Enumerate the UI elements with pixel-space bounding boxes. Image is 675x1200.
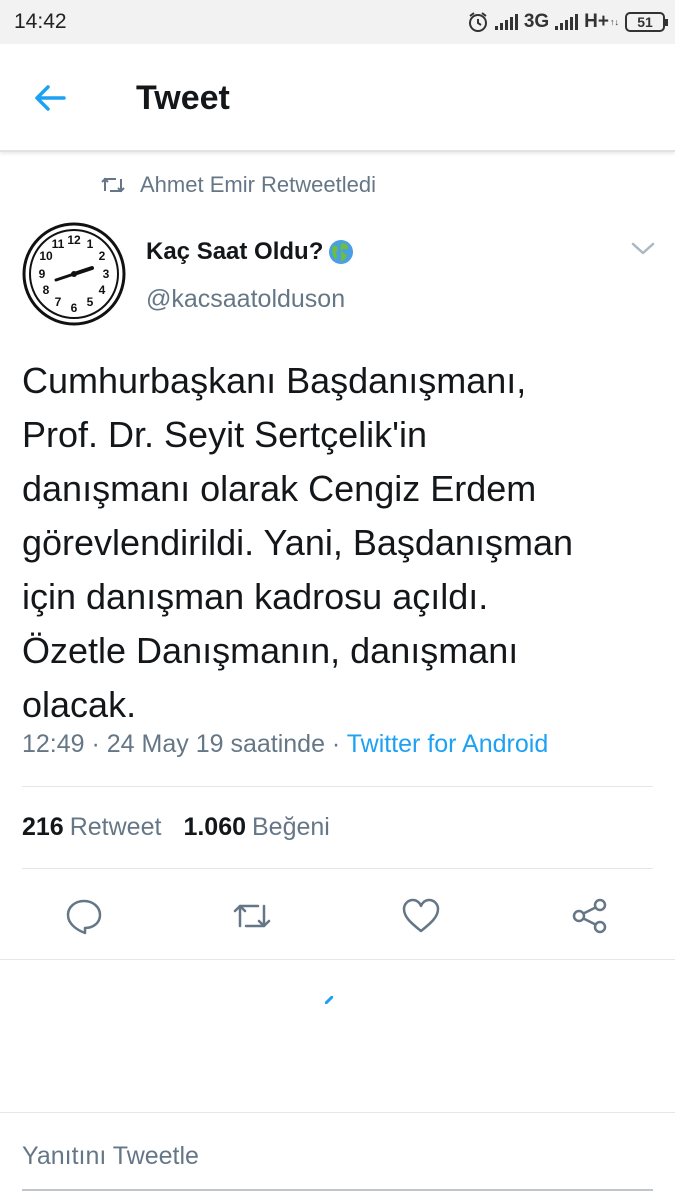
chevron-down-icon[interactable] (630, 240, 656, 258)
status-time: 14:42 (14, 10, 67, 33)
retweet-context-label: Ahmet Emir Retweetledi (140, 172, 376, 197)
retweet-stat-label: Retweet (69, 813, 162, 841)
section-divider (0, 1112, 675, 1113)
network-type-1: 3G (523, 11, 550, 32)
like-stat-label: Beğeni (252, 813, 330, 841)
svg-text:4: 4 (99, 283, 106, 297)
divider (22, 868, 653, 869)
tweet-timestamp: 12:49 · 24 May 19 saatinde · (22, 730, 347, 758)
page-title: Tweet (136, 79, 230, 117)
svg-text:8: 8 (43, 283, 50, 297)
app-bar: Tweet (0, 44, 675, 152)
svg-text:6: 6 (71, 301, 78, 315)
reply-input-underline (22, 1189, 653, 1191)
svg-text:5: 5 (87, 295, 94, 309)
svg-text:12: 12 (67, 233, 81, 247)
svg-text:9: 9 (39, 267, 46, 281)
signal-strength-2-icon (555, 14, 579, 30)
svg-text:3: 3 (103, 267, 110, 281)
avatar[interactable]: 12 1 2 3 4 5 6 7 8 9 10 11 (22, 222, 126, 326)
retweet-icon[interactable] (232, 896, 272, 936)
display-name-text: Kaç Saat Oldu? (146, 238, 324, 265)
share-icon[interactable] (570, 896, 610, 936)
author-display-name[interactable]: Kaç Saat Oldu? (146, 238, 355, 266)
network-type-2: H+ (584, 11, 609, 32)
globe-emoji-icon (329, 240, 354, 264)
section-divider (0, 959, 675, 960)
status-icons: 3G H+ ↑↓ 51 (467, 11, 668, 33)
back-arrow-icon[interactable] (30, 78, 70, 118)
retweet-count: 216 (22, 813, 64, 841)
svg-text:2: 2 (99, 249, 106, 263)
tweet-action-bar (0, 888, 675, 944)
svg-text:10: 10 (39, 249, 53, 263)
tweet-meta: 12:49 · 24 May 19 saatinde · Twitter for… (22, 730, 548, 759)
like-count: 1.060 (183, 813, 246, 841)
retweet-small-icon (101, 177, 125, 193)
svg-text:1: 1 (87, 237, 94, 251)
reply-icon[interactable] (64, 896, 104, 936)
status-bar: 14:42 3G H+ ↑↓ 51 (0, 0, 675, 44)
loading-spinner-icon (325, 996, 333, 1004)
svg-text:11: 11 (52, 237, 65, 251)
tweet-source-link[interactable]: Twitter for Android (347, 730, 548, 758)
alarm-icon (468, 12, 487, 32)
signal-strength-1-icon (494, 14, 518, 30)
like-stat[interactable]: 1.060 Beğeni (183, 813, 329, 842)
tweet-text: Cumhurbaşkanı Başdanışmanı, Prof. Dr. Se… (22, 360, 573, 725)
battery-icon: 51 (625, 12, 668, 32)
data-arrows-icon: ↑↓ (610, 17, 619, 27)
tweet-stats: 216 Retweet 1.060 Beğeni (22, 813, 330, 842)
svg-text:7: 7 (55, 295, 62, 309)
author-handle[interactable]: @kacsaatolduson (146, 285, 345, 314)
reply-input[interactable]: Yanıtını Tweetle (22, 1142, 199, 1171)
retweet-stat[interactable]: 216 Retweet (22, 813, 161, 842)
retweet-context[interactable]: Ahmet Emir Retweetledi (100, 172, 376, 198)
like-icon[interactable] (401, 896, 441, 936)
divider (22, 786, 653, 787)
